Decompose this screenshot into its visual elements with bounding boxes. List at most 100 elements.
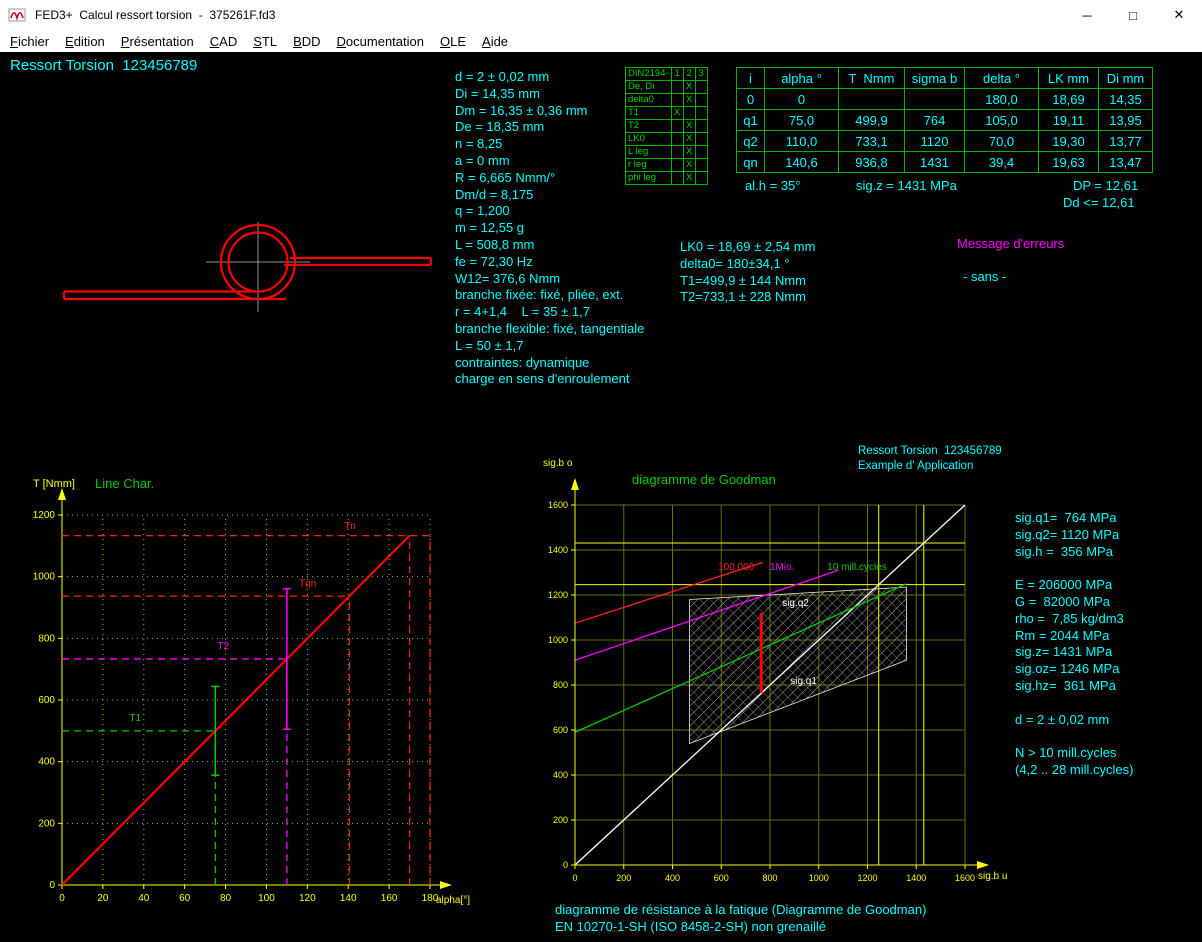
- menu-item-fichier[interactable]: Fichier: [2, 32, 57, 51]
- din-grade-col: 1: [671, 68, 683, 81]
- menu-item-aide[interactable]: Aide: [474, 32, 516, 51]
- page-title: Ressort Torsion 123456789: [10, 57, 197, 74]
- results-cell: 1120: [905, 131, 965, 152]
- svg-text:1000: 1000: [548, 635, 568, 645]
- din-mark-cell: [671, 133, 683, 146]
- results-cell: 105,0: [965, 110, 1039, 131]
- results-cell: 936,8: [839, 152, 905, 173]
- results-row: qn140,6936,8143139,419,6313,47: [737, 152, 1153, 173]
- svg-text:200: 200: [553, 815, 568, 825]
- results-row: q2110,0733,1112070,019,3013,77: [737, 131, 1153, 152]
- menu-item-prsentation[interactable]: Présentation: [113, 32, 202, 51]
- din-mark-cell: [695, 146, 707, 159]
- app-window: { "window": { "title": "FED3+ Calcul res…: [0, 0, 1202, 942]
- din-mark-cell: [695, 159, 707, 172]
- din-mark-cell: [695, 120, 707, 133]
- dp-value: DP = 12,61: [1073, 178, 1138, 195]
- svg-text:Tn: Tn: [344, 521, 356, 532]
- menu-item-bdd[interactable]: BDD: [285, 32, 328, 51]
- din-row-label: L leg: [626, 146, 672, 159]
- results-row: q175,0499,9764105,019,1113,95: [737, 110, 1153, 131]
- app-icon: [7, 5, 27, 25]
- material-line: G = 82000 MPa: [1015, 594, 1133, 611]
- material-line: sig.q2= 1120 MPa: [1015, 527, 1133, 544]
- material-line: sig.q1= 764 MPa: [1015, 510, 1133, 527]
- menu-item-edition[interactable]: Edition: [57, 32, 113, 51]
- footer-caption-line: diagramme de résistance à la fatique (Di…: [555, 902, 926, 919]
- param-line: Di = 14,35 mm: [455, 86, 644, 103]
- material-line: N > 10 mill.cycles: [1015, 745, 1133, 762]
- menu-item-cad[interactable]: CAD: [202, 32, 245, 51]
- svg-text:1000: 1000: [809, 873, 829, 883]
- results-cell: 18,69: [1039, 89, 1099, 110]
- results-header-cell: LK mm: [1039, 68, 1099, 89]
- material-block: sig.q1= 764 MPasig.q2= 1120 MPasig.h = 3…: [1015, 510, 1133, 779]
- svg-text:600: 600: [553, 725, 568, 735]
- results-cell: qn: [737, 152, 765, 173]
- svg-text:600: 600: [38, 695, 55, 706]
- svg-text:1200: 1200: [33, 510, 56, 521]
- din-mark-cell: X: [683, 120, 695, 133]
- din-grade-col: 3: [695, 68, 707, 81]
- window-titlebar: FED3+ Calcul ressort torsion - 375261F.f…: [0, 0, 1202, 30]
- din-mark-cell: X: [683, 159, 695, 172]
- results-header-cell: sigma b: [905, 68, 965, 89]
- results-cell: 13,77: [1099, 131, 1153, 152]
- din-mark-cell: [671, 81, 683, 94]
- maximize-button[interactable]: □: [1110, 0, 1156, 30]
- minimize-button[interactable]: ─: [1064, 0, 1110, 30]
- svg-text:0: 0: [572, 873, 577, 883]
- menu-item-ole[interactable]: OLE: [432, 32, 474, 51]
- menu-item-stl[interactable]: STL: [245, 32, 285, 51]
- window-title: FED3+ Calcul ressort torsion - 375261F.f…: [35, 8, 275, 22]
- results-cell: [905, 89, 965, 110]
- param-line: fe = 72,30 Hz: [455, 254, 644, 271]
- menu-item-documentation[interactable]: Documentation: [329, 32, 432, 51]
- svg-text:alpha[°]: alpha[°]: [436, 895, 470, 906]
- material-line: (4,2 .. 28 mill.cycles): [1015, 762, 1133, 779]
- close-button[interactable]: ✕: [1156, 0, 1202, 30]
- material-line: Rm = 2044 MPa: [1015, 628, 1133, 645]
- din-row-label: T2: [626, 120, 672, 133]
- din-mark-cell: [671, 94, 683, 107]
- din-row-label: r leg: [626, 159, 672, 172]
- error-value: - sans -: [963, 269, 1006, 284]
- din-mark-cell: [695, 172, 707, 185]
- tolerance-line: delta0= 180±34,1 °: [680, 256, 815, 273]
- din-row: L legX: [626, 146, 708, 159]
- param-line: R = 6,665 Nmm/°: [455, 170, 644, 187]
- svg-text:Line Char.: Line Char.: [95, 476, 154, 491]
- din-mark-cell: [671, 146, 683, 159]
- svg-text:60: 60: [179, 893, 191, 904]
- svg-text:800: 800: [38, 633, 55, 644]
- results-cell: 764: [905, 110, 965, 131]
- param-line: branche flexible: fixé, tangentiale: [455, 321, 644, 338]
- svg-text:diagramme de Goodman: diagramme de Goodman: [632, 472, 776, 487]
- din-mark-cell: X: [671, 107, 683, 120]
- svg-text:200: 200: [38, 818, 55, 829]
- param-line: n = 8,25: [455, 136, 644, 153]
- din-mark-cell: X: [683, 133, 695, 146]
- svg-text:20: 20: [97, 893, 109, 904]
- din-mark-cell: [683, 107, 695, 120]
- results-cell: 0: [765, 89, 839, 110]
- din-row-label: T1: [626, 107, 672, 120]
- din-row: De, DiX: [626, 81, 708, 94]
- param-line: branche fixée: fixé, pliée, ext.: [455, 287, 644, 304]
- alh-value: al.h = 35°: [745, 178, 800, 195]
- param-line: Dm/d = 8,175: [455, 187, 644, 204]
- svg-text:800: 800: [553, 680, 568, 690]
- results-cell: 0: [737, 89, 765, 110]
- svg-text:160: 160: [381, 893, 398, 904]
- param-line: De = 18,35 mm: [455, 119, 644, 136]
- svg-text:1200: 1200: [548, 590, 568, 600]
- din-mark-cell: [671, 120, 683, 133]
- din-row-label: De, Di: [626, 81, 672, 94]
- material-line: E = 206000 MPa: [1015, 577, 1133, 594]
- results-cell: 39,4: [965, 152, 1039, 173]
- results-cell: 14,35: [1099, 89, 1153, 110]
- sigz-value: sig.z = 1431 MPa: [856, 178, 957, 195]
- param-line: q = 1,200: [455, 203, 644, 220]
- svg-text:1600: 1600: [955, 873, 975, 883]
- error-title: Message d'erreurs: [957, 236, 1064, 251]
